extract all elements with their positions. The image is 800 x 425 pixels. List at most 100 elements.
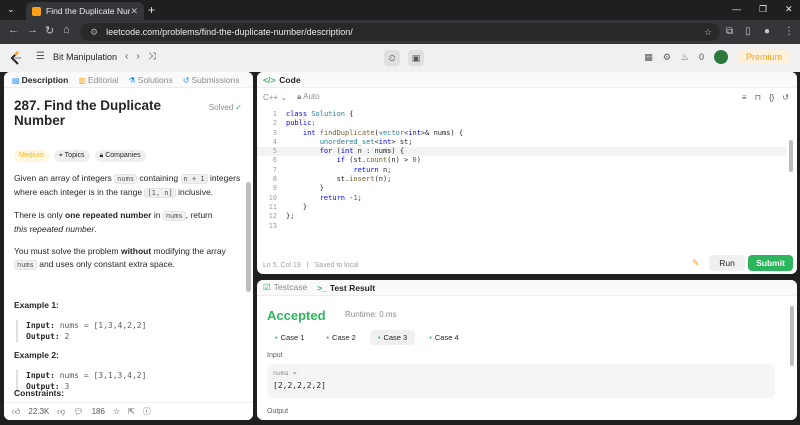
- topics-chip[interactable]: ⌖ Topics: [53, 150, 90, 162]
- help-icon[interactable]: ⓘ: [143, 406, 151, 417]
- example-2-title: Example 2:: [14, 350, 59, 360]
- mode-toggle[interactable]: 🔒︎ Auto: [297, 92, 320, 102]
- description-icon: ▤: [12, 75, 20, 85]
- difficulty-chip: Medium: [14, 150, 49, 162]
- cursor-position: Ln 5, Col 19: [263, 261, 301, 269]
- language-select[interactable]: C++ ⌄: [263, 93, 287, 102]
- input-value: [2,2,2,2,2]: [273, 381, 326, 390]
- leetcode-logo-icon[interactable]: [10, 51, 22, 65]
- editorial-icon: ▥: [78, 75, 86, 85]
- premium-button[interactable]: Premium: [737, 50, 790, 64]
- comment-icon[interactable]: 💬︎: [73, 407, 83, 416]
- dislike-icon[interactable]: 👎︎: [57, 407, 65, 417]
- comment-count: 186: [91, 407, 105, 416]
- bookmark-icon[interactable]: ⊓: [755, 93, 761, 102]
- profile-icon[interactable]: ●: [764, 26, 770, 37]
- code-toolbar: C++ ⌄ 🔒︎ Auto ≡ ⊓ {} ↺: [257, 88, 797, 106]
- result-tabs: ☑ Testcase >_ Test Result: [257, 280, 797, 296]
- check-icon: ✓: [235, 103, 242, 112]
- problem-list-nav: ☰ Bit Manipulation ‹ › ⤨: [36, 51, 156, 62]
- format-icon[interactable]: ≡: [742, 93, 747, 102]
- submissions-icon: ↺: [182, 75, 190, 85]
- description-panel: ▤ Description ▥ Editorial ⚗ Solutions ↺ Subm…: [4, 72, 253, 420]
- runtime-text: Runtime: 0 ms: [345, 310, 397, 319]
- url-text: leetcode.com/problems/find-the-duplicate…: [106, 27, 353, 37]
- description-scrollbar[interactable]: [246, 182, 251, 292]
- streak-count: 0: [698, 52, 704, 62]
- result-scrollbar[interactable]: [790, 306, 794, 366]
- tab-editorial[interactable]: ▥ Editorial: [78, 75, 118, 85]
- close-tab-icon[interactable]: ✕: [130, 6, 138, 17]
- case-tab-3[interactable]: • Case 3: [369, 330, 416, 345]
- code-scrollbar[interactable]: [789, 140, 793, 172]
- tab-test-result[interactable]: >_ Test Result: [317, 283, 375, 293]
- companies-chip[interactable]: 🔒︎ Companies: [94, 150, 146, 162]
- url-input[interactable]: ⚙ leetcode.com/problems/find-the-duplica…: [80, 23, 720, 41]
- prev-problem-icon[interactable]: ‹: [125, 51, 128, 62]
- description-footer: 👍︎ 22.3K 👎︎ 💬︎ 186 ☆ ⇱ ⓘ: [4, 402, 253, 420]
- leetcode-header: ☰ Bit Manipulation ‹ › ⤨ ⏲ ▣ ▦ ⚙ ♨ 0 Pre…: [0, 44, 800, 72]
- like-icon[interactable]: 👍︎: [12, 407, 20, 417]
- maximize-icon[interactable]: ❐: [759, 4, 767, 15]
- favorite-star-icon[interactable]: ☆: [113, 407, 120, 416]
- browser-tab-bar: ⌄ Find the Duplicate Number - Le ✕ + — ❐…: [0, 0, 800, 20]
- header-right: ▦ ⚙ ♨ 0 Premium: [644, 50, 790, 64]
- status-divider: |: [306, 261, 309, 269]
- center-tools: ⏲ ▣: [384, 50, 424, 66]
- notes-icon[interactable]: ▣: [408, 50, 424, 66]
- reset-icon[interactable]: ↺: [782, 93, 789, 102]
- site-info-icon[interactable]: ⚙: [90, 27, 98, 38]
- input-variable: nums =: [273, 369, 297, 377]
- home-icon[interactable]: ⌂: [63, 24, 70, 36]
- saved-status: Saved to local: [314, 261, 359, 269]
- streak-fire-icon[interactable]: ♨: [681, 52, 689, 63]
- description-paragraph-1: Given an array of integers nums containi…: [14, 173, 241, 198]
- share-icon[interactable]: ⇱: [128, 407, 135, 416]
- case-tab-4[interactable]: • Case 4: [421, 330, 466, 345]
- close-window-icon[interactable]: ✕: [785, 4, 793, 15]
- code-toolbar-right: ≡ ⊓ {} ↺: [742, 93, 789, 102]
- avatar[interactable]: [713, 50, 728, 64]
- bookmark-star-icon[interactable]: ☆: [704, 27, 712, 38]
- note-icon[interactable]: ✎: [692, 258, 700, 269]
- next-problem-icon[interactable]: ›: [136, 51, 139, 62]
- forward-icon[interactable]: →: [27, 24, 38, 36]
- problem-title[interactable]: 287. Find the Duplicate Number: [14, 98, 199, 128]
- minimize-icon[interactable]: —: [732, 4, 741, 14]
- browser-tab[interactable]: Find the Duplicate Number - Le ✕: [26, 2, 144, 20]
- list-icon[interactable]: ☰: [36, 51, 45, 62]
- tab-solutions[interactable]: ⚗ Solutions: [129, 75, 173, 85]
- settings-icon[interactable]: ⚙: [663, 52, 671, 63]
- tab-testcase[interactable]: ☑ Testcase: [263, 282, 307, 293]
- shuffle-icon[interactable]: ⤨: [148, 51, 156, 62]
- code-icon: </>: [263, 74, 276, 85]
- address-bar-row: ← → ↻ ⌂ ⚙ leetcode.com/problems/find-the…: [0, 20, 800, 44]
- case-tab-1[interactable]: • Case 1: [267, 330, 312, 345]
- new-tab-icon[interactable]: +: [148, 3, 155, 17]
- description-paragraph-3: You must solve the problem without modif…: [14, 246, 226, 270]
- layout-icon[interactable]: ▦: [644, 52, 653, 63]
- constraints-title: Constraints:: [14, 388, 65, 398]
- tab-description[interactable]: ▤ Description: [12, 75, 68, 85]
- back-icon[interactable]: ←: [8, 24, 19, 36]
- case-tab-2[interactable]: • Case 2: [318, 330, 363, 345]
- browser-menu-icon[interactable]: ⋮: [784, 26, 794, 37]
- solved-badge: Solved ✓: [208, 103, 242, 112]
- braces-icon[interactable]: {}: [769, 93, 774, 102]
- submit-button[interactable]: Submit: [748, 255, 793, 271]
- debug-icon[interactable]: ⏲: [384, 50, 400, 66]
- run-button[interactable]: Run: [709, 255, 745, 271]
- extensions-icon[interactable]: ⧉: [726, 26, 733, 37]
- tab-search-icon[interactable]: ⌄: [7, 4, 15, 15]
- reload-icon[interactable]: ↻: [45, 24, 54, 37]
- code-editor[interactable]: 1 class Solution { 2 public: 3 int findDup…: [257, 110, 787, 231]
- input-box: nums = [2,2,2,2,2]: [267, 364, 775, 398]
- output-label: Output: [267, 408, 289, 415]
- case-tabs: • Case 1 • Case 2 • Case 3 • Case 4: [267, 330, 467, 345]
- solutions-icon: ⚗: [128, 75, 136, 85]
- code-panel: </> Code C++ ⌄ 🔒︎ Auto ≡ ⊓ {} ↺ 1 class S…: [257, 72, 797, 274]
- problem-list-name[interactable]: Bit Manipulation: [53, 52, 117, 62]
- tab-submissions[interactable]: ↺ Submissions: [183, 75, 240, 85]
- side-panel-icon[interactable]: ▯: [745, 26, 751, 37]
- checkbox-icon: ☑: [263, 282, 271, 292]
